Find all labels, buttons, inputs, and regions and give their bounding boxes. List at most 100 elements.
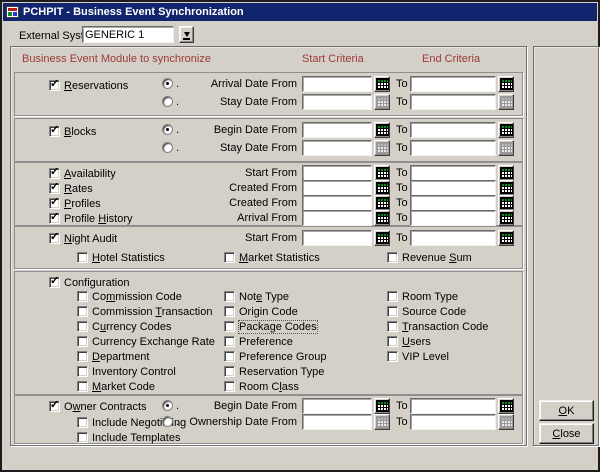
hotel-statistics-checkbox[interactable] (77, 252, 88, 263)
include-negotiating-checkbox[interactable] (77, 417, 88, 428)
external-system-input[interactable] (82, 26, 174, 43)
owner-ownership-to-input[interactable] (410, 414, 496, 430)
include-templates-checkbox[interactable] (77, 432, 88, 443)
calendar-button[interactable] (374, 122, 390, 138)
calendar-button[interactable] (498, 94, 514, 110)
users-checkbox[interactable] (387, 336, 398, 347)
reservations-arrival-from-input[interactable] (302, 76, 372, 92)
rates-to-input[interactable] (410, 180, 496, 196)
stay-date-radio[interactable] (162, 96, 173, 107)
revenue-sum-checkbox[interactable] (387, 252, 398, 263)
calendar-button[interactable] (374, 180, 390, 196)
external-system-dropdown-button[interactable] (179, 26, 194, 43)
calendar-button[interactable] (498, 165, 514, 181)
rates-created-from-input[interactable] (302, 180, 372, 196)
close-button[interactable]: Close (539, 423, 594, 444)
market-statistics-checkbox[interactable] (224, 252, 235, 263)
main-frame: Business Event Module to synchronize Sta… (10, 46, 527, 446)
calendar-button[interactable] (498, 76, 514, 92)
owner-begin-from-input[interactable] (302, 398, 372, 414)
calendar-button[interactable] (498, 398, 514, 414)
owner-begin-to-input[interactable] (410, 398, 496, 414)
owner-contracts-checkbox[interactable] (49, 401, 60, 412)
department-checkbox[interactable] (77, 351, 88, 362)
room-class-checkbox[interactable] (224, 381, 235, 392)
commission-code-label: Commission Code (92, 291, 182, 303)
reservations-stay-to-input[interactable] (410, 94, 496, 110)
night-audit-start-from-input[interactable] (302, 230, 372, 246)
calendar-button[interactable] (374, 398, 390, 414)
currency-exchange-rate-label: Currency Exchange Rate (92, 336, 215, 348)
room-type-label: Room Type (402, 291, 458, 303)
blocks-stay-from-input[interactable] (302, 140, 372, 156)
ownership-date-radio[interactable] (162, 416, 173, 427)
owner-contracts-section: Owner Contracts (49, 399, 147, 414)
profiles-checkbox[interactable] (49, 198, 60, 209)
calendar-button[interactable] (498, 122, 514, 138)
currency-codes-checkbox[interactable] (77, 321, 88, 332)
night-audit-checkbox[interactable] (49, 233, 60, 244)
reservation-type-checkbox[interactable] (224, 366, 235, 377)
vip-level-checkbox[interactable] (387, 351, 398, 362)
blocks-begin-to-input[interactable] (410, 122, 496, 138)
calendar-button[interactable] (498, 414, 514, 430)
calendar-button[interactable] (498, 140, 514, 156)
blocks-begin-from-input[interactable] (302, 122, 372, 138)
owner-ownership-from-input[interactable] (302, 414, 372, 430)
calendar-button[interactable] (374, 165, 390, 181)
begin-date-radio[interactable] (162, 400, 173, 411)
package-codes-checkbox[interactable] (224, 321, 235, 332)
arrival-date-radio[interactable] (162, 78, 173, 89)
config-item: Note Type (224, 289, 289, 304)
profiles-to-input[interactable] (410, 195, 496, 211)
market-code-checkbox[interactable] (77, 381, 88, 392)
calendar-button[interactable] (498, 180, 514, 196)
preference-checkbox[interactable] (224, 336, 235, 347)
inventory-control-checkbox[interactable] (77, 366, 88, 377)
calendar-button[interactable] (374, 76, 390, 92)
stay-date-radio[interactable] (162, 142, 173, 153)
calendar-button[interactable] (374, 195, 390, 211)
calendar-button[interactable] (374, 210, 390, 226)
blocks-stay-to-input[interactable] (410, 140, 496, 156)
preference-group-checkbox[interactable] (224, 351, 235, 362)
commission-code-checkbox[interactable] (77, 291, 88, 302)
field-label: Created From (155, 182, 297, 194)
calendar-button[interactable] (374, 414, 390, 430)
calendar-button[interactable] (498, 195, 514, 211)
availability-start-from-input[interactable] (302, 165, 372, 181)
calendar-button[interactable] (374, 140, 390, 156)
commission-transaction-checkbox[interactable] (77, 306, 88, 317)
radio-dot: . (176, 124, 179, 136)
currency-exchange-rate-checkbox[interactable] (77, 336, 88, 347)
transaction-code-checkbox[interactable] (387, 321, 398, 332)
calendar-button[interactable] (498, 210, 514, 226)
availability-checkbox[interactable] (49, 168, 60, 179)
to-label: To (396, 400, 408, 412)
preference-group-label: Preference Group (239, 351, 326, 363)
calendar-button[interactable] (374, 94, 390, 110)
profile-history-to-input[interactable] (410, 210, 496, 226)
reservations-arrival-to-input[interactable] (410, 76, 496, 92)
profile-history-checkbox[interactable] (49, 213, 60, 224)
note-type-checkbox[interactable] (224, 291, 235, 302)
ok-button[interactable]: OK (539, 400, 594, 421)
availability-section: Availability (49, 166, 116, 181)
config-item: Preference Group (224, 349, 326, 364)
reservations-stay-from-input[interactable] (302, 94, 372, 110)
calendar-button[interactable] (374, 230, 390, 246)
title-bar: PCHPIT - Business Event Synchronization (3, 3, 597, 21)
night-audit-to-input[interactable] (410, 230, 496, 246)
profiles-created-from-input[interactable] (302, 195, 372, 211)
calendar-icon (501, 198, 512, 208)
calendar-button[interactable] (498, 230, 514, 246)
rates-checkbox[interactable] (49, 183, 60, 194)
availability-to-input[interactable] (410, 165, 496, 181)
begin-date-radio[interactable] (162, 124, 173, 135)
profile-history-arrival-from-input[interactable] (302, 210, 372, 226)
config-item: Inventory Control (77, 364, 176, 379)
origin-code-checkbox[interactable] (224, 306, 235, 317)
source-code-checkbox[interactable] (387, 306, 398, 317)
configuration-checkbox[interactable] (49, 277, 60, 288)
room-type-checkbox[interactable] (387, 291, 398, 302)
